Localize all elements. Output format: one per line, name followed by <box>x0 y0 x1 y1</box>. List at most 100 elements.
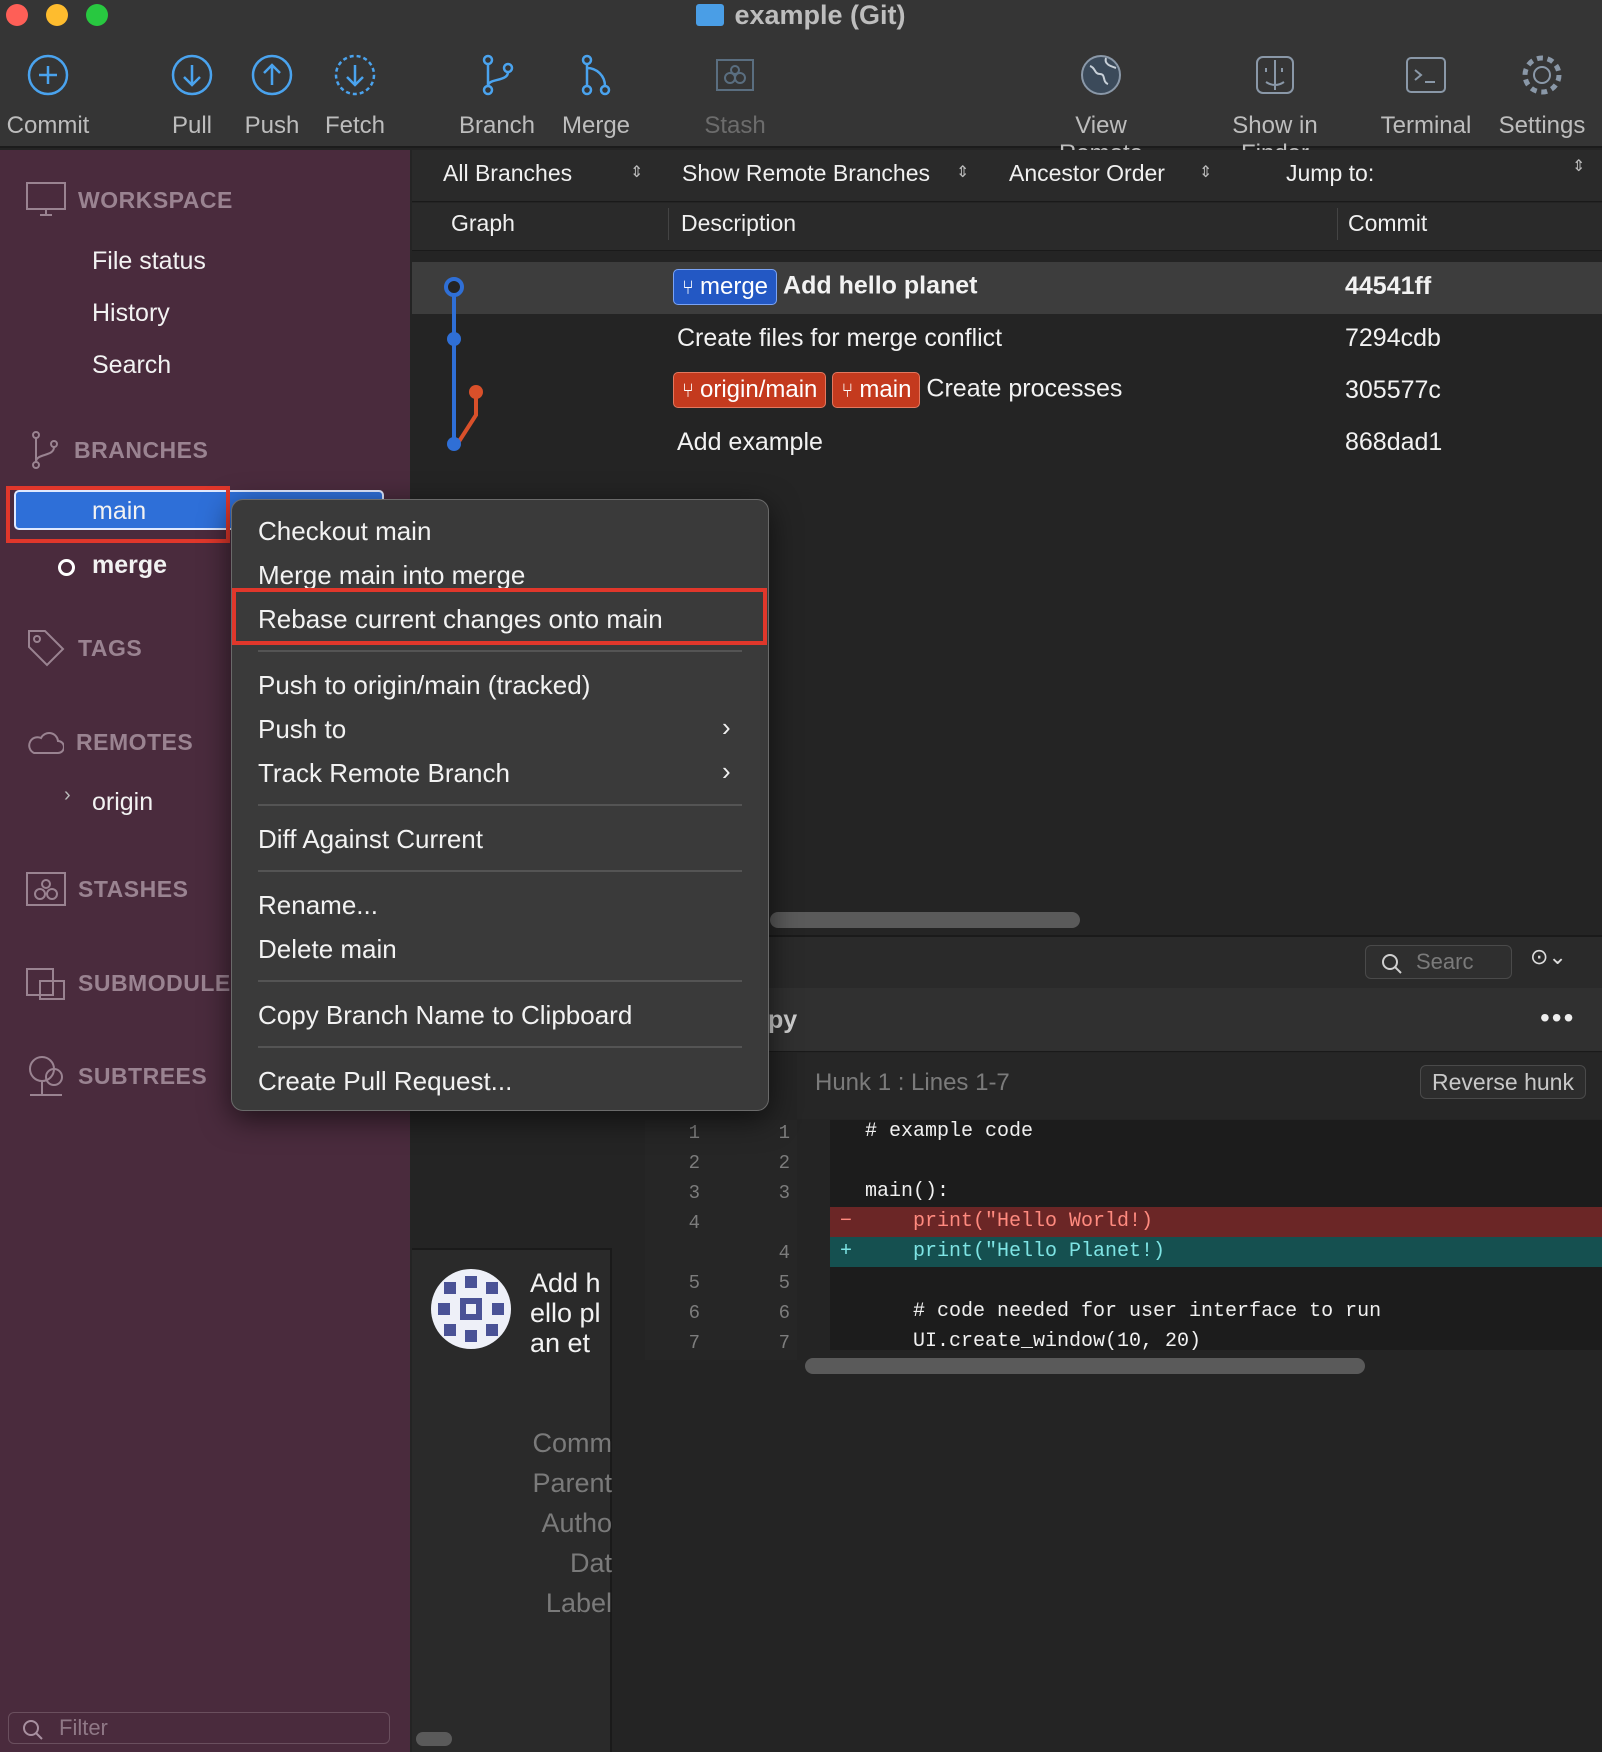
hunk-title: Hunk 1 : Lines 1-7 <box>815 1069 1010 1096</box>
menu-divider <box>258 870 742 872</box>
code-text: print("Hello Planet!) <box>865 1240 1166 1263</box>
section-tags[interactable]: TAGS <box>26 628 142 668</box>
chevron-right-icon: › <box>722 712 731 742</box>
merge-icon <box>581 54 611 96</box>
chevron-right-icon[interactable]: › <box>64 784 71 807</box>
column-divider <box>668 208 669 240</box>
remote-branches-select[interactable]: Show Remote Branches ⇕ <box>682 160 972 187</box>
menu-item-rename[interactable]: Rename... <box>258 890 378 921</box>
terminal-button[interactable]: Terminal <box>1378 52 1474 140</box>
graph-node <box>469 385 483 399</box>
branch-tag-origin-main: ⑂ origin/main <box>673 372 827 408</box>
graph-node <box>444 277 464 297</box>
diff-line[interactable] <box>830 1267 1602 1297</box>
sidebar-item-origin[interactable]: origin <box>92 788 153 817</box>
diff-line[interactable]: # example code <box>830 1117 1602 1147</box>
code-text: main(): <box>865 1180 950 1203</box>
current-branch-icon <box>58 559 75 576</box>
row-description[interactable]: ⑂ origin/main ⑂ main Create processes <box>673 372 1122 408</box>
diff-line-added[interactable]: + print("Hello Planet!) <box>830 1237 1602 1267</box>
horizontal-scrollbar[interactable] <box>805 1358 1365 1374</box>
sidebar-item-history[interactable]: History <box>92 299 170 328</box>
commit-graph <box>444 277 483 451</box>
fetch-button[interactable]: Fetch <box>318 52 392 140</box>
column-graph[interactable]: Graph <box>451 210 515 237</box>
menu-item-push-to[interactable]: Push to <box>258 714 346 745</box>
menu-item-checkout[interactable]: Checkout main <box>258 516 431 547</box>
updown-icon: ⇕ <box>1199 164 1213 181</box>
menu-item-copy-branch-name[interactable]: Copy Branch Name to Clipboard <box>258 1000 632 1031</box>
file-name: py <box>768 1006 798 1034</box>
pull-button[interactable]: Pull <box>155 52 229 140</box>
merge-button[interactable]: Merge <box>558 52 634 140</box>
updown-icon: ⇕ <box>1572 158 1586 175</box>
sidebar-item-file-status[interactable]: File status <box>92 247 206 276</box>
plus-icon: + <box>840 1240 853 1263</box>
old-line-number: 5 <box>688 1272 700 1294</box>
chevron-right-icon: › <box>722 756 731 786</box>
menu-item-create-pull-request[interactable]: Create Pull Request... <box>258 1066 512 1097</box>
section-remotes[interactable]: REMOTES <box>26 722 193 762</box>
section-stashes[interactable]: STASHES <box>26 869 188 909</box>
menu-item-push-tracked[interactable]: Push to origin/main (tracked) <box>258 670 590 701</box>
globe-icon <box>1081 55 1121 95</box>
diff-line[interactable]: # code needed for user interface to run <box>830 1297 1602 1327</box>
menu-item-track-remote[interactable]: Track Remote Branch <box>258 758 510 789</box>
row-commit-hash: 868dad1 <box>1345 428 1443 456</box>
row-description[interactable]: Create files for merge conflict <box>677 324 1002 353</box>
row-commit-hash: 7294cdb <box>1345 324 1441 352</box>
diff-line[interactable] <box>830 1147 1602 1177</box>
detail-label: Autho <box>541 1508 612 1538</box>
menu-divider <box>258 1046 742 1048</box>
menu-item-merge-into[interactable]: Merge main into merge <box>258 560 525 591</box>
menu-item-diff-against-current[interactable]: Diff Against Current <box>258 824 483 855</box>
old-line-number: 4 <box>688 1212 700 1234</box>
branch-button[interactable]: Branch <box>455 52 539 140</box>
diff-line[interactable]: main(): <box>830 1177 1602 1207</box>
new-line-number: 3 <box>778 1182 790 1204</box>
menu-item-delete[interactable]: Delete main <box>258 934 397 965</box>
menu-divider <box>258 650 742 652</box>
horizontal-scrollbar[interactable] <box>770 912 1080 928</box>
code-text: UI.create_window(10, 20) <box>865 1330 1202 1353</box>
section-workspace[interactable]: WORKSPACE <box>26 180 233 220</box>
column-description[interactable]: Description <box>681 210 796 237</box>
filter-input[interactable]: Filter <box>8 1712 390 1744</box>
folder-icon <box>696 4 725 26</box>
branch-filter-select[interactable]: All Branches ⇕ <box>443 160 643 187</box>
branch-icon: ⑂ <box>682 277 694 299</box>
section-submodules[interactable]: SUBMODULES <box>26 963 247 1003</box>
push-button[interactable]: Push <box>236 52 308 140</box>
updown-icon: ⇕ <box>956 164 970 181</box>
settings-button[interactable]: Settings <box>1496 52 1588 140</box>
ellipsis-icon[interactable]: ••• <box>1540 1002 1575 1034</box>
row-commit-hash: 44541ff <box>1345 272 1432 300</box>
old-line-number: 3 <box>688 1182 700 1204</box>
tag-icon <box>28 630 65 667</box>
branch-icon: ⑂ <box>682 380 694 402</box>
sidebar-item-search[interactable]: Search <box>92 351 171 380</box>
stash-button[interactable]: Stash <box>700 52 770 140</box>
row-description[interactable]: Add example <box>677 428 823 457</box>
reverse-hunk-button[interactable]: Reverse hunk <box>1420 1065 1586 1099</box>
tree-icon <box>29 1056 63 1096</box>
more-options-menu-icon[interactable]: ⊙⌄ <box>1530 944 1567 970</box>
cloud-icon <box>28 732 64 754</box>
jump-to-select[interactable]: Jump to: ⇕ <box>1286 158 1596 187</box>
section-branches[interactable]: BRANCHES <box>26 430 208 470</box>
code-text: # example code <box>865 1120 1034 1143</box>
branch-icon <box>32 431 58 469</box>
column-commit[interactable]: Commit <box>1348 210 1427 237</box>
detail-label: Label <box>545 1588 612 1618</box>
window-title: example (Git) <box>0 0 1602 30</box>
horizontal-scrollbar[interactable] <box>416 1732 452 1746</box>
old-line-number: 6 <box>688 1302 700 1324</box>
arrow-up-circle-icon <box>251 54 293 96</box>
diff-line-removed[interactable]: − print("Hello World!) <box>830 1207 1602 1237</box>
commit-button[interactable]: Commit <box>0 52 96 140</box>
diff-line[interactable]: UI.create_window(10, 20) <box>830 1327 1602 1357</box>
sidebar-item-merge[interactable]: merge <box>92 551 167 580</box>
section-subtrees[interactable]: SUBTREES <box>26 1056 207 1096</box>
search-icon <box>23 1720 43 1740</box>
order-select[interactable]: Ancestor Order ⇕ <box>1009 160 1219 187</box>
